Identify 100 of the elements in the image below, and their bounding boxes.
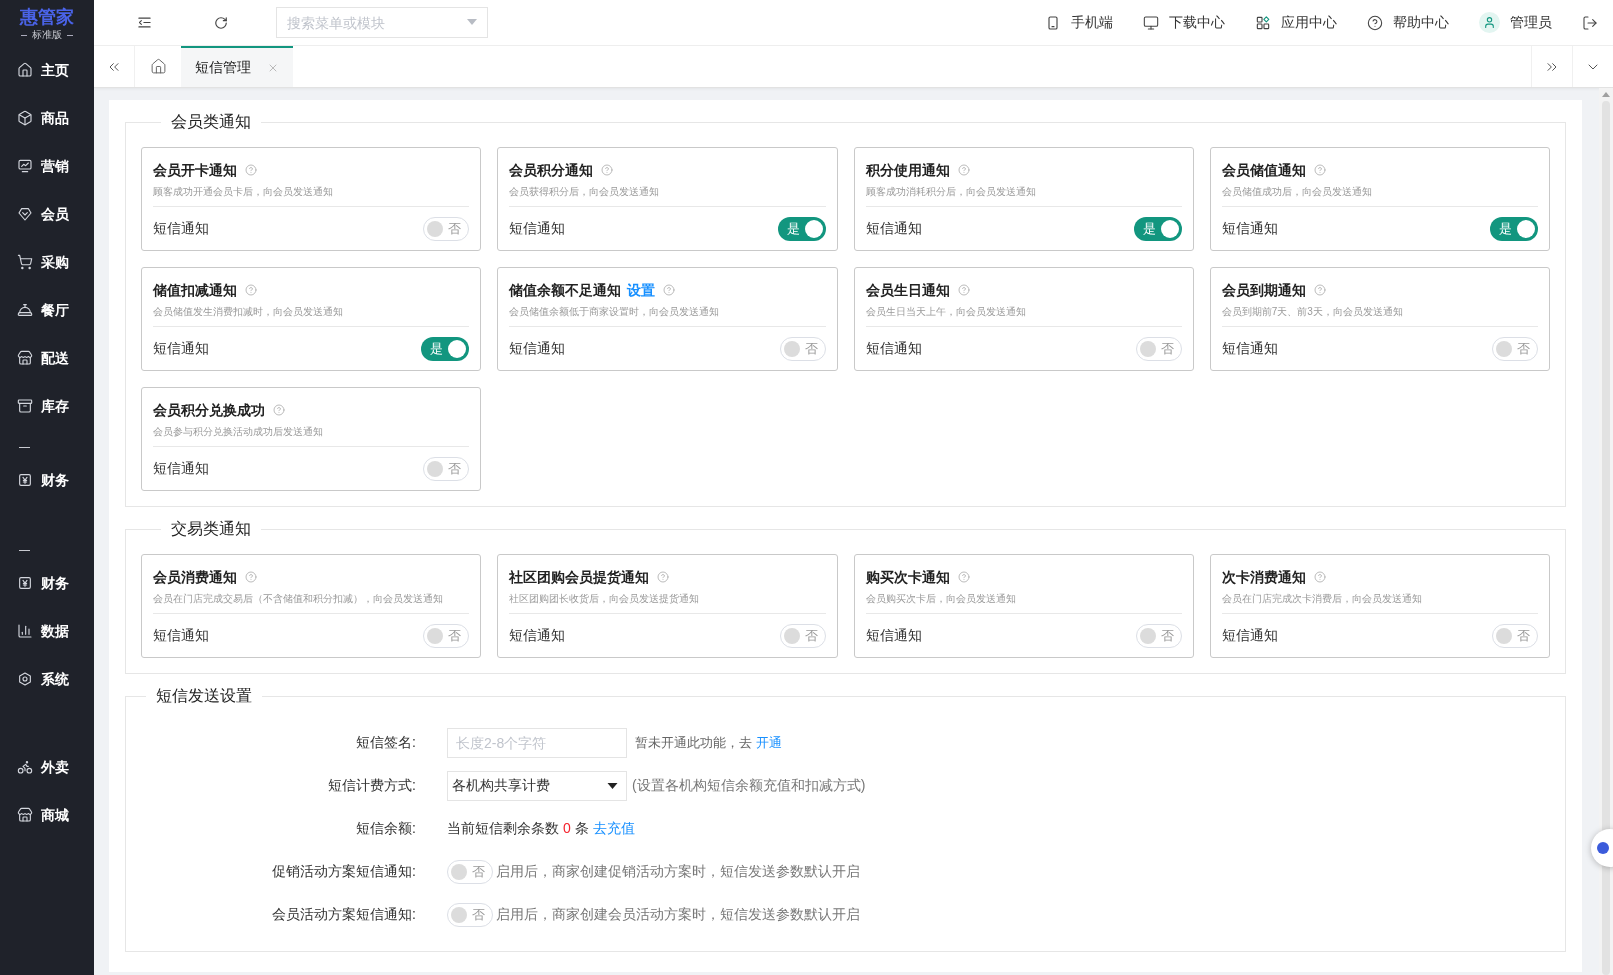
bike-icon — [17, 759, 33, 775]
card-description: 顾客成功消耗积分后，向会员发送通知 — [865, 185, 1036, 199]
card-title: 购买次卡通知 — [865, 567, 950, 587]
help-icon[interactable] — [663, 284, 676, 296]
sidebar-item[interactable]: 财务 — [0, 456, 94, 504]
help-icon[interactable] — [601, 164, 614, 176]
toggle-knob-icon — [451, 863, 467, 880]
logout-icon[interactable] — [1582, 14, 1598, 31]
card-title: 会员开卡通知 — [153, 160, 237, 180]
menu-fold-icon[interactable] — [137, 15, 152, 30]
toggle-switch[interactable]: 是 — [421, 336, 470, 361]
balance-count: 0 — [563, 819, 571, 838]
sidebar-item[interactable]: 库存 — [0, 382, 94, 430]
sidebar-item[interactable]: 财务 — [0, 559, 94, 607]
sidebar-item[interactable]: 餐厅 — [0, 286, 94, 334]
toggle-switch[interactable]: 是 — [777, 216, 826, 241]
sidebar-item[interactable]: 采购 — [0, 238, 94, 286]
setting-label: 短信通知 — [1221, 219, 1278, 238]
help-icon[interactable] — [957, 571, 970, 583]
page-tab[interactable]: 短信管理 — [181, 46, 293, 87]
section-title: 短信发送设置 — [156, 686, 252, 706]
sidebar-item[interactable]: 配送 — [0, 334, 94, 382]
sidebar-item[interactable]: 数据 — [0, 607, 94, 655]
user-menu-button[interactable]: 管理员 — [1479, 12, 1552, 33]
logo-text: 惠管家 — [20, 7, 74, 28]
hint-text: 启用后，商家创建会员活动方案时，短信发送参数默认开启 — [496, 905, 860, 924]
help-icon[interactable] — [657, 571, 670, 583]
sidebar-item[interactable]: 系统 — [0, 655, 94, 703]
toggle-switch[interactable]: 是 — [1490, 216, 1538, 241]
toggle-knob-icon — [427, 627, 444, 644]
tablet-icon — [1045, 14, 1061, 31]
form-label: 短信余额: — [356, 819, 416, 838]
help-icon[interactable] — [273, 404, 285, 416]
card-description: 会员储值余额低于商家设置时，向会员发送通知 — [509, 305, 720, 319]
sidebar-item[interactable]: 营销 — [0, 142, 94, 190]
toggle-knob-icon — [1160, 219, 1179, 238]
card-title: 会员到期通知 — [1221, 280, 1306, 300]
help-icon[interactable] — [1313, 571, 1326, 583]
signature-input-field[interactable]: 长度2-8个字符 — [447, 727, 627, 758]
card-title: 会员积分兑换成功 — [153, 400, 265, 420]
balance-text: 当前短信剩余条数 — [447, 819, 559, 838]
refresh-icon[interactable] — [214, 15, 228, 30]
store-icon — [17, 350, 33, 366]
monitor-icon — [1143, 14, 1159, 31]
toggle-knob-icon — [1496, 340, 1512, 357]
toggle-knob-icon — [783, 627, 800, 644]
card-title: 会员储值通知 — [1221, 160, 1306, 180]
sidebar-item[interactable]: 会员 — [0, 190, 94, 238]
help-icon[interactable] — [957, 284, 970, 296]
card-title: 会员积分通知 — [509, 160, 594, 180]
bar-chart-icon — [17, 623, 33, 639]
setting-label: 短信通知 — [865, 339, 922, 358]
sidebar-item[interactable]: 商品 — [0, 94, 94, 142]
sidebar-item[interactable]: 商城 — [0, 791, 94, 839]
toggle-knob-icon — [427, 220, 444, 237]
store-icon — [17, 807, 33, 823]
header-link[interactable]: 下载中心 — [1143, 12, 1225, 33]
setting-label: 短信通知 — [865, 626, 922, 645]
caret-down-icon — [607, 782, 618, 789]
setting-label: 短信通知 — [1221, 339, 1278, 358]
card-title: 积分使用通知 — [865, 160, 950, 180]
section-title: 会员类通知 — [171, 112, 251, 132]
help-icon[interactable] — [1313, 164, 1326, 176]
card-title: 会员消费通知 — [153, 567, 237, 587]
setting-label: 短信通知 — [509, 626, 566, 645]
home-icon[interactable] — [149, 58, 167, 75]
help-icon[interactable] — [245, 164, 257, 176]
setting-label: 短信通知 — [153, 219, 209, 238]
archive-box-icon — [17, 398, 33, 414]
form-label: 会员活动方案短信通知: — [272, 905, 416, 924]
card-description: 顾客成功开通会员卡后，向会员发送通知 — [153, 185, 333, 199]
help-icon — [1367, 14, 1383, 31]
help-icon[interactable] — [245, 284, 257, 296]
header-link[interactable]: 应用中心 — [1255, 12, 1337, 33]
help-icon[interactable] — [957, 164, 970, 176]
diamond-icon — [17, 206, 33, 222]
card-title: 次卡消费通知 — [1221, 567, 1306, 587]
cube-icon — [17, 110, 33, 126]
home-icon — [17, 62, 33, 78]
hint-text: 启用后，商家创建促销活动方案时，短信发送参数默认开启 — [496, 862, 860, 881]
search-field[interactable]: 搜索菜单或模块 — [276, 7, 488, 38]
toggle-knob-icon — [1517, 219, 1535, 238]
hint-text: (设置各机构短信余额充值和扣减方式) — [632, 776, 866, 795]
scrollbar-thumb[interactable] — [1602, 101, 1610, 975]
header-link[interactable]: 帮助中心 — [1367, 12, 1449, 33]
setting-label: 短信通知 — [509, 219, 566, 238]
card-title: 储值余额不足通知 — [509, 280, 622, 300]
yen-square-icon — [17, 575, 33, 591]
sidebar-item[interactable]: 主页 — [0, 46, 94, 94]
unit-text: 条 — [574, 819, 589, 838]
apps-grid-icon — [1255, 14, 1271, 31]
scroll-up-arrow-icon[interactable] — [1602, 92, 1610, 97]
billing-select[interactable]: 各机构共享计费 — [447, 770, 627, 801]
toggle-switch[interactable]: 是 — [1133, 216, 1182, 241]
sidebar-item[interactable]: 外卖 — [0, 743, 94, 791]
header-link[interactable]: 手机端 — [1045, 12, 1113, 33]
card-description: 会员获得积分后，向会员发送通知 — [509, 185, 660, 199]
help-icon[interactable] — [245, 571, 257, 583]
help-icon[interactable] — [1313, 284, 1326, 296]
setting-label: 短信通知 — [509, 339, 566, 358]
